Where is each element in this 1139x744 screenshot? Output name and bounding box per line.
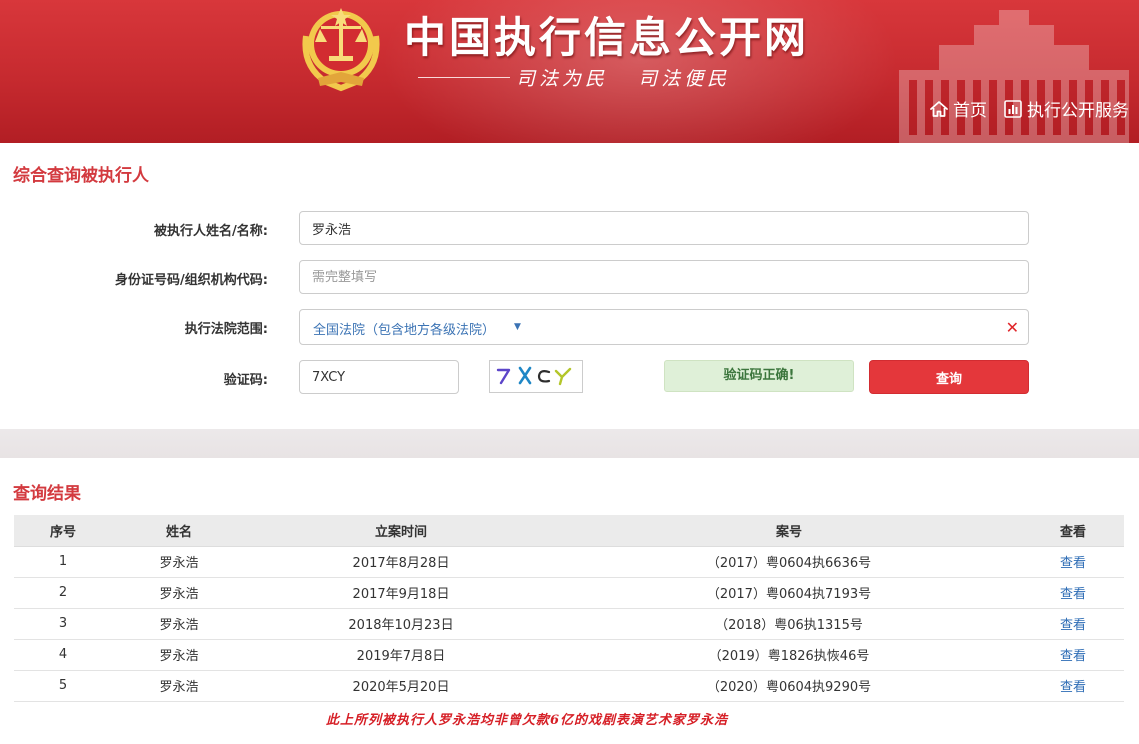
col-header-filing-date: 立案时间 (246, 515, 556, 547)
table-row: 3 罗永浩 2018年10月23日 （2018）粤06执1315号 查看 (14, 608, 1124, 640)
cell-case-number: （2019）粤1826执恢46号 (556, 639, 1022, 671)
bar-chart-icon (1004, 99, 1022, 118)
query-button[interactable]: 查询 (869, 360, 1029, 394)
cell-index: 3 (14, 608, 112, 640)
results-table: 序号 姓名 立案时间 案号 查看 1 罗永浩 2017年8月28日 （2017）… (14, 515, 1124, 702)
results-section-title: 查询结果 (13, 484, 81, 504)
nav-home-label: 首页 (953, 101, 987, 121)
name-label: 被执行人姓名/名称: (154, 224, 268, 239)
cell-case-number: （2018）粤06执1315号 (556, 608, 1022, 640)
search-section-title: 综合查询被执行人 (13, 166, 149, 186)
table-row: 1 罗永浩 2017年8月28日 （2017）粤0604执6636号 查看 (14, 546, 1124, 578)
cell-name: 罗永浩 (112, 639, 246, 671)
col-header-case-number: 案号 (556, 515, 1022, 547)
view-link[interactable]: 查看 (1022, 577, 1124, 609)
captcha-label: 验证码: (223, 373, 268, 388)
table-header-row: 序号 姓名 立案时间 案号 查看 (14, 515, 1124, 547)
id-label: 身份证号码/组织机构代码: (115, 273, 268, 288)
site-header: 中国执行信息公开网 司法为民 司法便民 首页 执行公开服务 (0, 0, 1139, 143)
caret-down-icon: ▼ (514, 322, 521, 332)
cell-index: 2 (14, 577, 112, 609)
site-title: 中国执行信息公开网 (404, 13, 810, 62)
cell-index: 1 (14, 546, 112, 578)
view-link[interactable]: 查看 (1022, 546, 1124, 578)
id-input[interactable] (299, 260, 1029, 294)
court-label: 执行法院范围: (184, 322, 268, 337)
captcha-status-badge: 验证码正确! (664, 360, 854, 392)
section-divider (0, 429, 1139, 458)
captcha-input[interactable] (299, 360, 459, 394)
cell-name: 罗永浩 (112, 577, 246, 609)
col-header-index: 序号 (14, 515, 112, 547)
cell-case-number: （2017）粤0604执7193号 (556, 577, 1022, 609)
slogan-line-left (418, 77, 510, 78)
top-nav: 首页 执行公开服务 (929, 96, 1129, 121)
cell-index: 5 (14, 670, 112, 702)
clear-icon[interactable]: ✕ (1006, 318, 1019, 337)
table-row: 2 罗永浩 2017年9月18日 （2017）粤0604执7193号 查看 (14, 577, 1124, 609)
cell-case-number: （2017）粤0604执6636号 (556, 546, 1022, 578)
name-input[interactable] (299, 211, 1029, 245)
cell-filing-date: 2017年9月18日 (246, 577, 556, 609)
court-emblem-icon (302, 8, 380, 92)
cell-index: 4 (14, 639, 112, 671)
cell-name: 罗永浩 (112, 608, 246, 640)
view-link[interactable]: 查看 (1022, 608, 1124, 640)
court-range-value: 全国法院（包含地方各级法院） (313, 323, 496, 338)
slogan: 司法为民 司法便民 (418, 64, 736, 91)
court-range-select[interactable]: 全国法院（包含地方各级法院） ▼ ✕ (299, 309, 1029, 345)
cell-case-number: （2020）粤0604执9290号 (556, 670, 1022, 702)
col-header-name: 姓名 (112, 515, 246, 547)
captcha-glyphs-icon (496, 366, 572, 386)
slogan-text: 司法为民 司法便民 (516, 68, 731, 90)
view-link[interactable]: 查看 (1022, 639, 1124, 671)
building-silhouette-icon (899, 10, 1129, 143)
table-row: 4 罗永浩 2019年7月8日 （2019）粤1826执恢46号 查看 (14, 639, 1124, 671)
cell-filing-date: 2019年7月8日 (246, 639, 556, 671)
col-header-view: 查看 (1022, 515, 1124, 547)
nav-execution-services-label: 执行公开服务 (1027, 101, 1129, 121)
cell-filing-date: 2018年10月23日 (246, 608, 556, 640)
view-link[interactable]: 查看 (1022, 670, 1124, 702)
captcha-image[interactable] (489, 360, 583, 393)
cell-filing-date: 2017年8月28日 (246, 546, 556, 578)
cell-name: 罗永浩 (112, 670, 246, 702)
cell-name: 罗永浩 (112, 546, 246, 578)
disclaimer-footnote: 此上所列被执行人罗永浩均非曾欠款6亿的戏剧表演艺术家罗永浩 (325, 713, 729, 728)
nav-home[interactable]: 首页 (929, 96, 987, 121)
nav-execution-services[interactable]: 执行公开服务 (1003, 96, 1129, 121)
table-row: 5 罗永浩 2020年5月20日 （2020）粤0604执9290号 查看 (14, 670, 1124, 702)
home-icon (930, 100, 948, 117)
cell-filing-date: 2020年5月20日 (246, 670, 556, 702)
